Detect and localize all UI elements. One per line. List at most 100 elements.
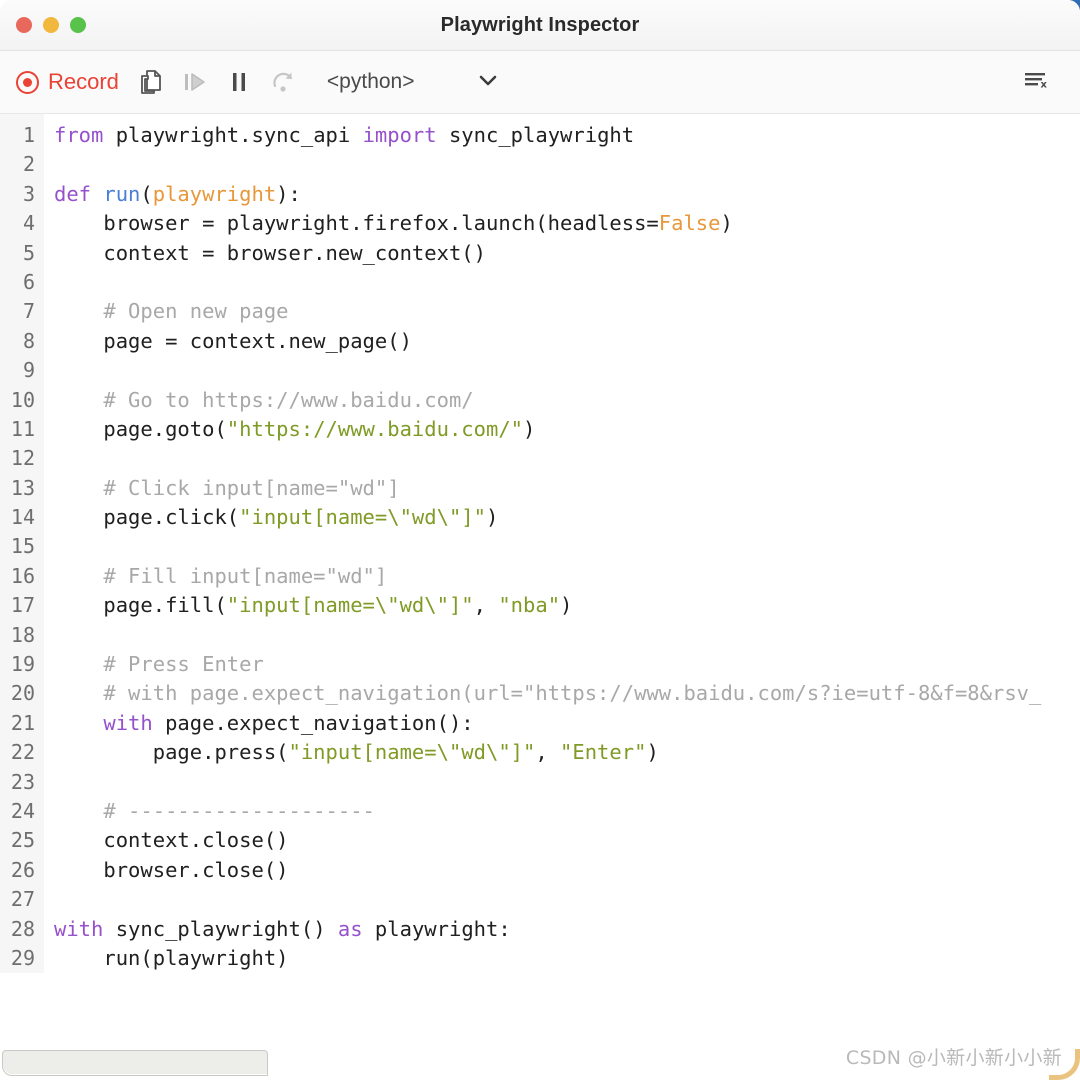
- code-line[interactable]: run(playwright): [54, 944, 1080, 973]
- code-token-plain: page.goto(: [54, 417, 227, 441]
- line-number: 24: [0, 797, 44, 826]
- line-number: 9: [0, 356, 44, 385]
- code-line[interactable]: page.fill("input[name=\"wd\"]", "nba"): [54, 591, 1080, 620]
- code-line[interactable]: page.press("input[name=\"wd\"]", "Enter"…: [54, 738, 1080, 767]
- code-line[interactable]: browser = playwright.firefox.launch(head…: [54, 209, 1080, 238]
- window-title: Playwright Inspector: [0, 14, 1080, 37]
- code-token-plain: sync_playwright(): [116, 917, 338, 941]
- code-line[interactable]: # Fill input[name="wd"]: [54, 562, 1080, 591]
- code-line[interactable]: # Press Enter: [54, 650, 1080, 679]
- line-number: 1: [0, 121, 44, 150]
- line-number: 12: [0, 444, 44, 473]
- code-line[interactable]: [54, 885, 1080, 914]
- line-number: 23: [0, 768, 44, 797]
- minimize-button-icon[interactable]: [43, 17, 59, 33]
- code-token-plain: playwright.sync_api: [116, 123, 363, 147]
- line-number: 3: [0, 180, 44, 209]
- code-line[interactable]: # Click input[name="wd"]: [54, 474, 1080, 503]
- record-button[interactable]: Record: [16, 69, 119, 95]
- language-select-value: <python>: [327, 70, 415, 94]
- code-line[interactable]: [54, 621, 1080, 650]
- code-line[interactable]: # --------------------: [54, 797, 1080, 826]
- code-line[interactable]: [54, 768, 1080, 797]
- line-number: 15: [0, 532, 44, 561]
- clear-log-button[interactable]: x: [1014, 60, 1058, 104]
- code-token-plain: browser.close(): [54, 858, 289, 882]
- code-line[interactable]: page.click("input[name=\"wd\"]"): [54, 503, 1080, 532]
- line-number: 8: [0, 327, 44, 356]
- code-token-cmt: # --------------------: [54, 799, 375, 823]
- line-number: 17: [0, 591, 44, 620]
- code-line[interactable]: [54, 532, 1080, 561]
- code-scroll-container: 1234567891011121314151617181920212223242…: [0, 114, 1080, 973]
- code-line[interactable]: # with page.expect_navigation(url="https…: [54, 679, 1080, 708]
- code-line[interactable]: [54, 268, 1080, 297]
- code-token-cmt: # Press Enter: [54, 652, 264, 676]
- code-line[interactable]: with sync_playwright() as playwright:: [54, 915, 1080, 944]
- code-token-plain: ): [720, 211, 732, 235]
- line-number: 25: [0, 826, 44, 855]
- code-line[interactable]: # Go to https://www.baidu.com/: [54, 386, 1080, 415]
- code-token-cmt: # Open new page: [54, 299, 289, 323]
- code-line[interactable]: context = browser.new_context(): [54, 239, 1080, 268]
- pause-button[interactable]: [217, 60, 261, 104]
- code-token-plain: ): [646, 740, 658, 764]
- language-select[interactable]: <python>: [327, 60, 499, 104]
- line-number: 6: [0, 268, 44, 297]
- code-token-plain: ):: [276, 182, 301, 206]
- chevron-down-icon: [477, 73, 499, 92]
- step-over-icon: [270, 69, 296, 95]
- line-number: 10: [0, 386, 44, 415]
- code-token-plain: playwright:: [375, 917, 511, 941]
- code-line[interactable]: from playwright.sync_api import sync_pla…: [54, 121, 1080, 150]
- code-line[interactable]: [54, 150, 1080, 179]
- close-button-icon[interactable]: [16, 17, 32, 33]
- line-number: 27: [0, 885, 44, 914]
- clear-list-icon: x: [1021, 67, 1051, 98]
- code-line[interactable]: def run(playwright):: [54, 180, 1080, 209]
- code-token-cmt: # Fill input[name="wd"]: [54, 564, 387, 588]
- code-token-str: "nba": [498, 593, 560, 617]
- line-number: 5: [0, 239, 44, 268]
- resume-button[interactable]: [173, 60, 217, 104]
- code-editor[interactable]: 1234567891011121314151617181920212223242…: [0, 114, 1080, 1040]
- code-line[interactable]: [54, 356, 1080, 385]
- zoom-button-icon[interactable]: [70, 17, 86, 33]
- resume-icon: [181, 69, 209, 95]
- record-button-label: Record: [48, 69, 119, 95]
- code-token-plain: ,: [535, 740, 560, 764]
- code-token-plain: sync_playwright: [449, 123, 634, 147]
- watermark-text: CSDN @小新小新小小新: [846, 1043, 1062, 1070]
- line-number: 29: [0, 944, 44, 973]
- code-line[interactable]: page = context.new_page(): [54, 327, 1080, 356]
- code-token-kw: from: [54, 123, 116, 147]
- line-number: 16: [0, 562, 44, 591]
- code-line[interactable]: browser.close(): [54, 856, 1080, 885]
- code-line[interactable]: # Open new page: [54, 297, 1080, 326]
- code-token-plain: context = browser.new_context(): [54, 241, 486, 265]
- code-token-cmt: # Click input[name="wd"]: [54, 476, 400, 500]
- code-token-const: False: [659, 211, 721, 235]
- code-token-plain: run(playwright): [54, 946, 289, 970]
- line-number: 20: [0, 679, 44, 708]
- line-number: 14: [0, 503, 44, 532]
- code-token-cmt: # with page.expect_navigation(url="https…: [54, 681, 1041, 705]
- traffic-lights: [16, 0, 86, 50]
- code-line[interactable]: page.goto("https://www.baidu.com/"): [54, 415, 1080, 444]
- step-over-button[interactable]: [261, 60, 305, 104]
- line-number: 4: [0, 209, 44, 238]
- line-number: 22: [0, 738, 44, 767]
- code-line[interactable]: [54, 444, 1080, 473]
- line-number: 7: [0, 297, 44, 326]
- copy-icon: [138, 68, 164, 96]
- code-line[interactable]: with page.expect_navigation():: [54, 709, 1080, 738]
- line-number: 19: [0, 650, 44, 679]
- line-number: 26: [0, 856, 44, 885]
- code-token-plain: ,: [474, 593, 499, 617]
- code-token-kw: as: [338, 917, 375, 941]
- code-token-plain: page.press(: [54, 740, 289, 764]
- code-token-str: "Enter": [560, 740, 646, 764]
- code-content[interactable]: from playwright.sync_api import sync_pla…: [44, 114, 1080, 973]
- copy-button[interactable]: [129, 60, 173, 104]
- code-line[interactable]: context.close(): [54, 826, 1080, 855]
